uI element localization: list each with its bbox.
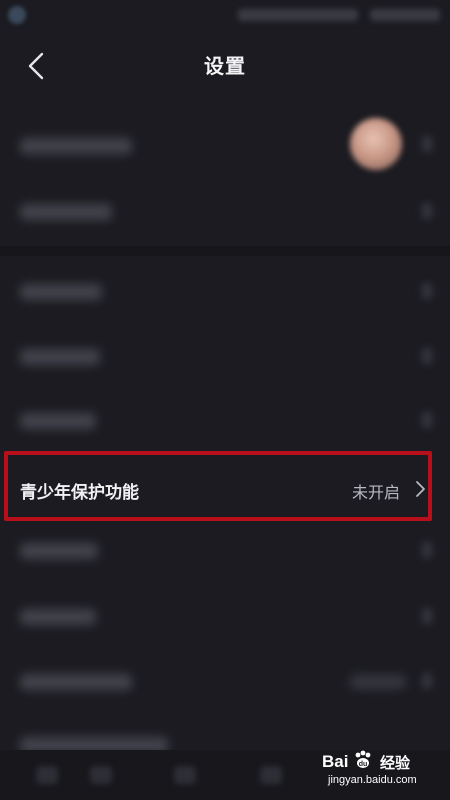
header: 设置 xyxy=(0,32,450,100)
blurred-label xyxy=(20,284,102,300)
section-divider xyxy=(0,246,450,256)
chevron-right-icon xyxy=(422,136,432,152)
blurred-value xyxy=(350,675,406,689)
nav-icon[interactable] xyxy=(36,766,58,784)
nav-icon[interactable] xyxy=(174,766,196,784)
status-app-icon xyxy=(8,6,26,24)
chevron-right-icon xyxy=(422,203,432,219)
chevron-right-icon xyxy=(422,283,432,299)
blurred-label xyxy=(20,674,132,690)
blurred-label xyxy=(20,543,98,559)
highlight-box xyxy=(4,451,432,521)
baidu-jingyan-watermark: Bai du 经验 jingyan.baidu.com xyxy=(322,750,422,792)
paw-icon: du xyxy=(355,750,371,768)
chevron-right-icon xyxy=(422,348,432,364)
blurred-label xyxy=(20,413,96,429)
paw-text: du xyxy=(359,761,368,768)
chevron-right-icon xyxy=(422,673,432,689)
nav-icon[interactable] xyxy=(90,766,112,784)
status-battery-time xyxy=(370,9,440,21)
avatar xyxy=(350,118,402,170)
watermark-url: jingyan.baidu.com xyxy=(328,774,417,786)
page-title: 设置 xyxy=(204,54,246,78)
chevron-right-icon xyxy=(422,412,432,428)
chevron-right-icon xyxy=(422,542,432,558)
blurred-label xyxy=(20,349,100,365)
status-bar xyxy=(0,0,450,32)
status-indicators xyxy=(238,9,358,21)
watermark-logo-text: Bai xyxy=(322,752,349,771)
blurred-label xyxy=(20,204,112,220)
chevron-right-icon xyxy=(422,608,432,624)
blurred-label xyxy=(20,138,132,154)
watermark-brand: 经验 xyxy=(380,754,411,772)
nav-icon[interactable] xyxy=(260,766,282,784)
blurred-label xyxy=(20,609,96,625)
